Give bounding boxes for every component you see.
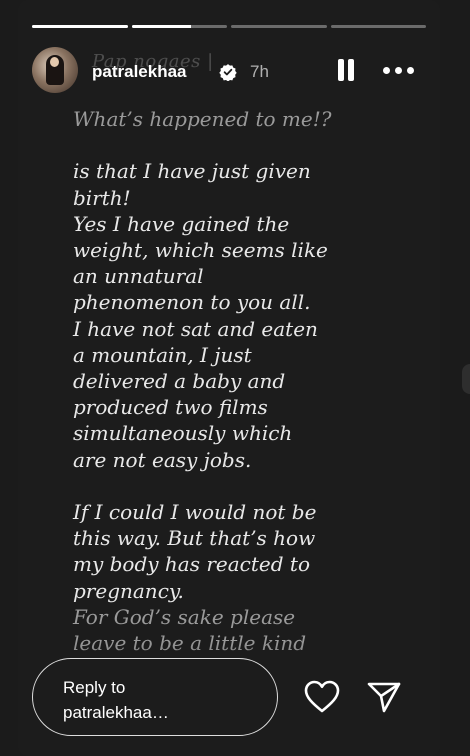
pause-bar-left [338, 59, 344, 81]
heart-icon[interactable] [304, 680, 340, 714]
story-text-line: this way. But that’s how [73, 526, 316, 551]
reply-placeholder-line1: Reply to [63, 678, 126, 697]
story-text-line: delivered a baby and [73, 369, 286, 394]
avatar[interactable] [32, 47, 78, 93]
story-text-line: my body has reacted to [73, 552, 310, 577]
progress-segment [330, 25, 426, 28]
reply-placeholder-line2: patralekhaa… [63, 703, 169, 722]
story-text-line: leave to be a little kind [73, 631, 307, 656]
progress-segment [231, 25, 327, 28]
story-text-line: For God’s sake please [73, 604, 296, 629]
story-text-line: birth! [73, 185, 131, 210]
progress-segment [131, 25, 227, 28]
story-text-line: produced two films [73, 395, 268, 420]
more-options-icon[interactable] [381, 59, 417, 83]
story-text-line: a mountain, I just [73, 342, 252, 367]
dot [383, 67, 390, 74]
story-text-line: is that I have just given [73, 159, 311, 184]
story-text-line: pregnancy. [73, 578, 184, 603]
pause-bar-right [348, 59, 354, 81]
story-text-line: Yes I have gained the [73, 211, 290, 236]
verified-badge-icon [219, 64, 237, 81]
story-text-line: If I could I would not be [73, 500, 317, 525]
story-text-line: weight, which seems like [73, 238, 328, 262]
reply-input[interactable]: Reply to patralekhaa… [32, 658, 278, 736]
pause-icon[interactable] [335, 59, 355, 83]
story-progress-bar [32, 25, 426, 28]
avatar-face [50, 57, 59, 67]
progress-fill [32, 25, 128, 28]
next-story-edge[interactable] [462, 364, 470, 394]
story-viewer: Pap nogaes | patralekhaa 7h What’s happe… [0, 0, 470, 756]
story-text-line: phenomenon to you all. [73, 290, 311, 315]
story-card[interactable]: Pap nogaes | patralekhaa 7h What’s happe… [18, 0, 440, 756]
post-time: 7h [250, 62, 269, 81]
dot [395, 67, 402, 74]
username[interactable]: patralekhaa [92, 62, 187, 82]
progress-fill [131, 25, 191, 28]
dot [407, 67, 414, 74]
story-text-line [73, 132, 373, 158]
send-icon[interactable] [366, 680, 402, 714]
story-text-line: I have not sat and eaten [73, 316, 318, 341]
story-text-line: simultaneously which [73, 421, 293, 446]
story-text-line: an unnatural [73, 264, 204, 289]
story-text-line [73, 473, 373, 499]
story-text-line: are not easy jobs. [73, 447, 252, 472]
story-text-line: What’s happened to me!? [73, 107, 332, 131]
progress-segment [32, 25, 128, 28]
story-header: Pap nogaes | patralekhaa 7h [32, 45, 426, 97]
story-text: What’s happened to me!? is that I have ju… [73, 106, 373, 656]
